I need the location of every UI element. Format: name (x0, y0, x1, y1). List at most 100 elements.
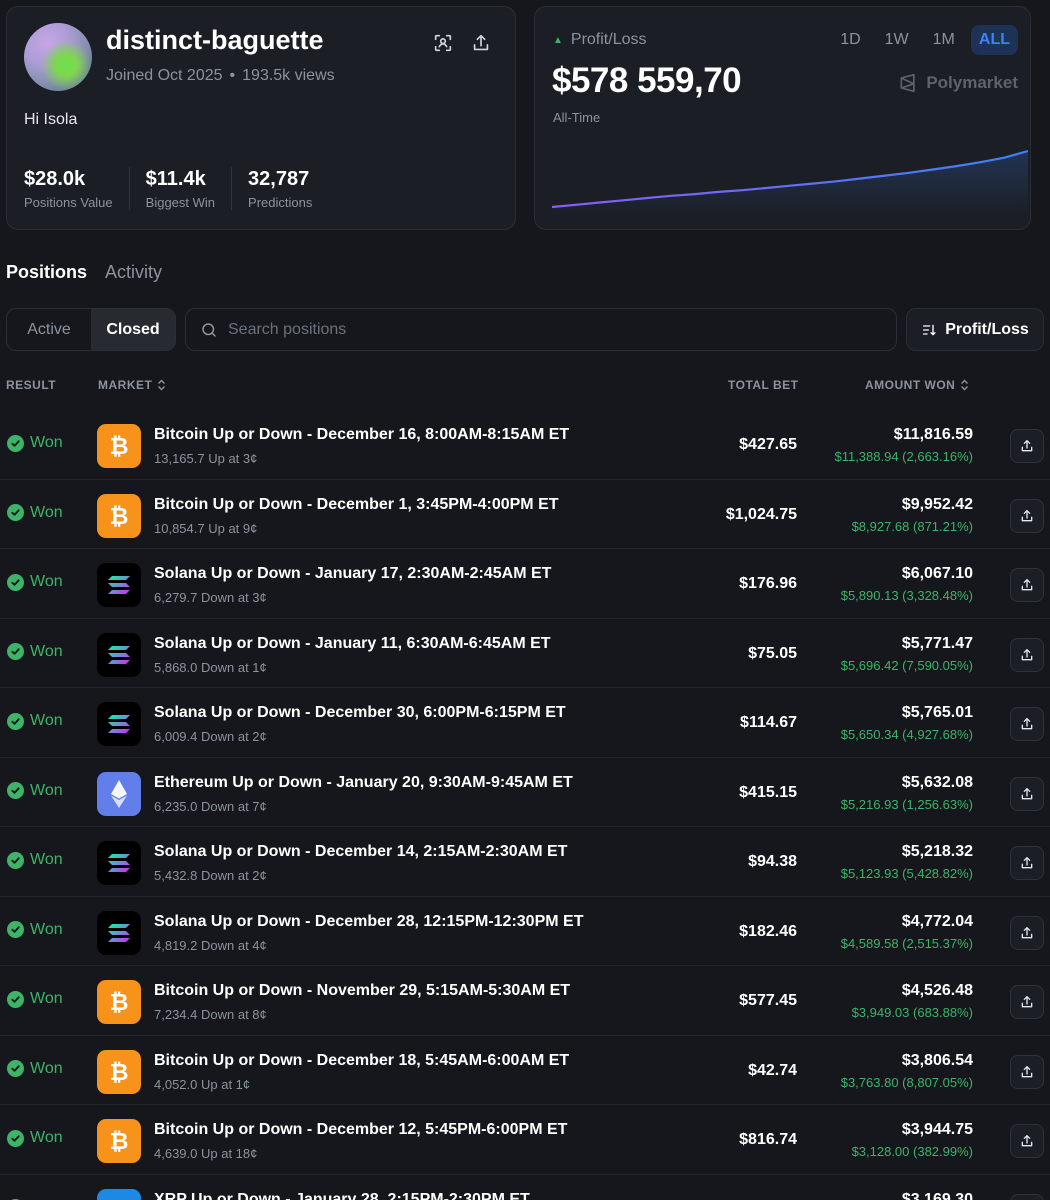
total-bet: $42.74 (748, 1061, 797, 1079)
amount-won: $3,944.75 (901, 1121, 973, 1138)
market-title[interactable]: Bitcoin Up or Down - November 29, 5:15AM… (154, 982, 570, 1000)
result-label: Won (30, 920, 63, 938)
stat-label: Positions Value (24, 195, 113, 210)
share-button[interactable] (1010, 846, 1044, 880)
total-bet: $415.15 (739, 783, 797, 801)
share-button[interactable] (1010, 637, 1044, 672)
pnl-card: ▲ Profit/Loss $578 559,70 All-Time 1D 1W… (534, 6, 1031, 230)
brand-name: Polymarket (926, 73, 1018, 92)
share-icon (1021, 440, 1033, 452)
position-detail: 5,868.0 Down at 1¢ (154, 659, 267, 675)
result-cell: Won (7, 990, 63, 1008)
scan-profile-icon[interactable] (432, 32, 454, 54)
table-row[interactable]: Won Ethereum Up or Down - January 20, 9:… (0, 758, 1050, 827)
share-icon (1021, 718, 1033, 730)
result-cell: Won (7, 573, 63, 591)
share-button[interactable] (1010, 1054, 1044, 1089)
stat-label: Biggest Win (145, 195, 216, 210)
table-row[interactable]: Won Solana Up or Down - December 28, 12:… (0, 897, 1050, 966)
share-button[interactable] (1010, 1193, 1044, 1200)
position-detail: 13,165.7 Up at 3¢ (154, 451, 258, 466)
xrp-coin-icon (97, 1188, 141, 1200)
profit-gain: $4,589.58 (2,515.37%) (840, 935, 973, 951)
result-label: Won (30, 781, 63, 799)
check-circle-icon (7, 504, 24, 521)
active-filter-button[interactable]: Active (7, 309, 91, 350)
range-tab-1w[interactable]: 1W (877, 25, 917, 55)
pnl-value: $578 559,70 (552, 61, 742, 100)
profit-gain: $3,763.80 (8,807.05%) (840, 1074, 973, 1090)
sort-chevrons-icon (158, 379, 166, 391)
sort-button[interactable]: Profit/Loss (906, 308, 1044, 351)
result-label: Won (30, 1059, 63, 1077)
amount-won: $5,771.47 (901, 634, 973, 652)
market-title[interactable]: Solana Up or Down - December 30, 6:00PM-… (154, 704, 566, 722)
share-button[interactable] (1010, 707, 1044, 741)
column-header-amount-won[interactable]: AMOUNT WON (865, 378, 969, 392)
profit-gain: $5,650.34 (4,927.68%) (840, 727, 973, 742)
total-bet: $577.45 (739, 992, 797, 1009)
share-button[interactable] (1010, 1124, 1044, 1158)
range-tab-all[interactable]: ALL (970, 25, 1018, 55)
market-title[interactable]: Solana Up or Down - January 11, 6:30AM-6… (154, 635, 551, 653)
pnl-label: ▲ Profit/Loss (553, 31, 647, 49)
table-row[interactable]: Won Solana Up or Down - December 14, 2:1… (0, 827, 1050, 897)
search-input[interactable] (228, 320, 848, 339)
share-button[interactable] (1010, 915, 1044, 950)
market-title[interactable]: Bitcoin Up or Down - December 12, 5:45PM… (154, 1121, 567, 1139)
table-row[interactable]: Won ₿ Bitcoin Up or Down - December 16, … (0, 410, 1050, 480)
share-button[interactable] (1010, 498, 1044, 533)
result-cell: Won (7, 712, 63, 730)
total-bet: $182.46 (739, 922, 797, 940)
share-icon (1021, 996, 1033, 1008)
table-row[interactable]: Won ₿ Bitcoin Up or Down - November 29, … (0, 966, 1050, 1036)
market-title[interactable]: Solana Up or Down - January 17, 2:30AM-2… (154, 565, 551, 583)
market-title[interactable]: Solana Up or Down - December 28, 12:15PM… (154, 913, 583, 931)
position-status-toggle: Active Closed (6, 308, 176, 351)
avatar[interactable] (24, 23, 92, 91)
column-header-market[interactable]: MARKET (98, 378, 166, 392)
range-tab-1d[interactable]: 1D (832, 25, 868, 55)
sol-coin-icon (97, 702, 141, 746)
closed-filter-button[interactable]: Closed (91, 309, 175, 350)
share-icon (1021, 787, 1033, 799)
svg-text:₿: ₿ (109, 988, 128, 1016)
tab-positions[interactable]: Positions (6, 262, 87, 283)
market-title[interactable]: Ethereum Up or Down - January 20, 9:30AM… (154, 774, 573, 792)
share-button[interactable] (1010, 776, 1044, 811)
total-bet: $427.65 (739, 436, 797, 453)
market-title[interactable]: Solana Up or Down - December 14, 2:15AM-… (154, 843, 567, 861)
share-profile-icon[interactable] (470, 32, 492, 54)
table-row[interactable]: Won Solana Up or Down - January 11, 6:30… (0, 619, 1050, 688)
range-tab-1m[interactable]: 1M (925, 25, 963, 55)
table-row[interactable]: Won ₿ Bitcoin Up or Down - December 1, 3… (0, 480, 1050, 549)
tab-activity[interactable]: Activity (105, 262, 162, 283)
share-button[interactable] (1010, 985, 1044, 1019)
profit-gain: $3,128.00 (382.99%) (851, 1144, 973, 1159)
column-header-result: RESULT (6, 378, 57, 392)
up-triangle-icon: ▲ (553, 34, 563, 46)
sol-coin-icon (97, 841, 141, 885)
table-row[interactable]: Won ₿ Bitcoin Up or Down - December 12, … (0, 1105, 1050, 1175)
market-title[interactable]: Bitcoin Up or Down - December 18, 5:45AM… (154, 1052, 569, 1070)
table-row[interactable]: Won Solana Up or Down - January 17, 2:30… (0, 549, 1050, 619)
profile-stats: $28.0k Positions Value $11.4k Biggest Wi… (24, 167, 344, 210)
eth-coin-icon (97, 771, 141, 816)
amount-won: $9,952.42 (901, 495, 973, 513)
market-title[interactable]: Bitcoin Up or Down - December 16, 8:00AM… (154, 426, 569, 444)
profit-gain: $8,927.68 (871.21%) (851, 518, 973, 534)
market-title[interactable]: Bitcoin Up or Down - December 1, 3:45PM-… (154, 496, 559, 514)
table-row[interactable]: Won Solana Up or Down - December 30, 6:0… (0, 688, 1050, 758)
share-button[interactable] (1010, 429, 1044, 463)
share-button[interactable] (1010, 568, 1044, 602)
market-title[interactable]: XRP Up or Down - January 28, 2:15PM-2:30… (154, 1191, 530, 1200)
share-icon (1021, 509, 1033, 521)
check-circle-icon (7, 782, 24, 799)
table-row[interactable]: Won XRP Up or Down - January 28, 2:15PM-… (0, 1175, 1050, 1200)
table-row[interactable]: Won ₿ Bitcoin Up or Down - December 18, … (0, 1036, 1050, 1105)
share-icon (1021, 926, 1033, 938)
joined-date: Joined Oct 2025 (106, 67, 223, 84)
amount-won: $3,806.54 (901, 1051, 973, 1069)
profit-gain: $5,696.42 (7,590.05%) (840, 657, 973, 673)
positions-table: Won ₿ Bitcoin Up or Down - December 16, … (0, 410, 1050, 1200)
